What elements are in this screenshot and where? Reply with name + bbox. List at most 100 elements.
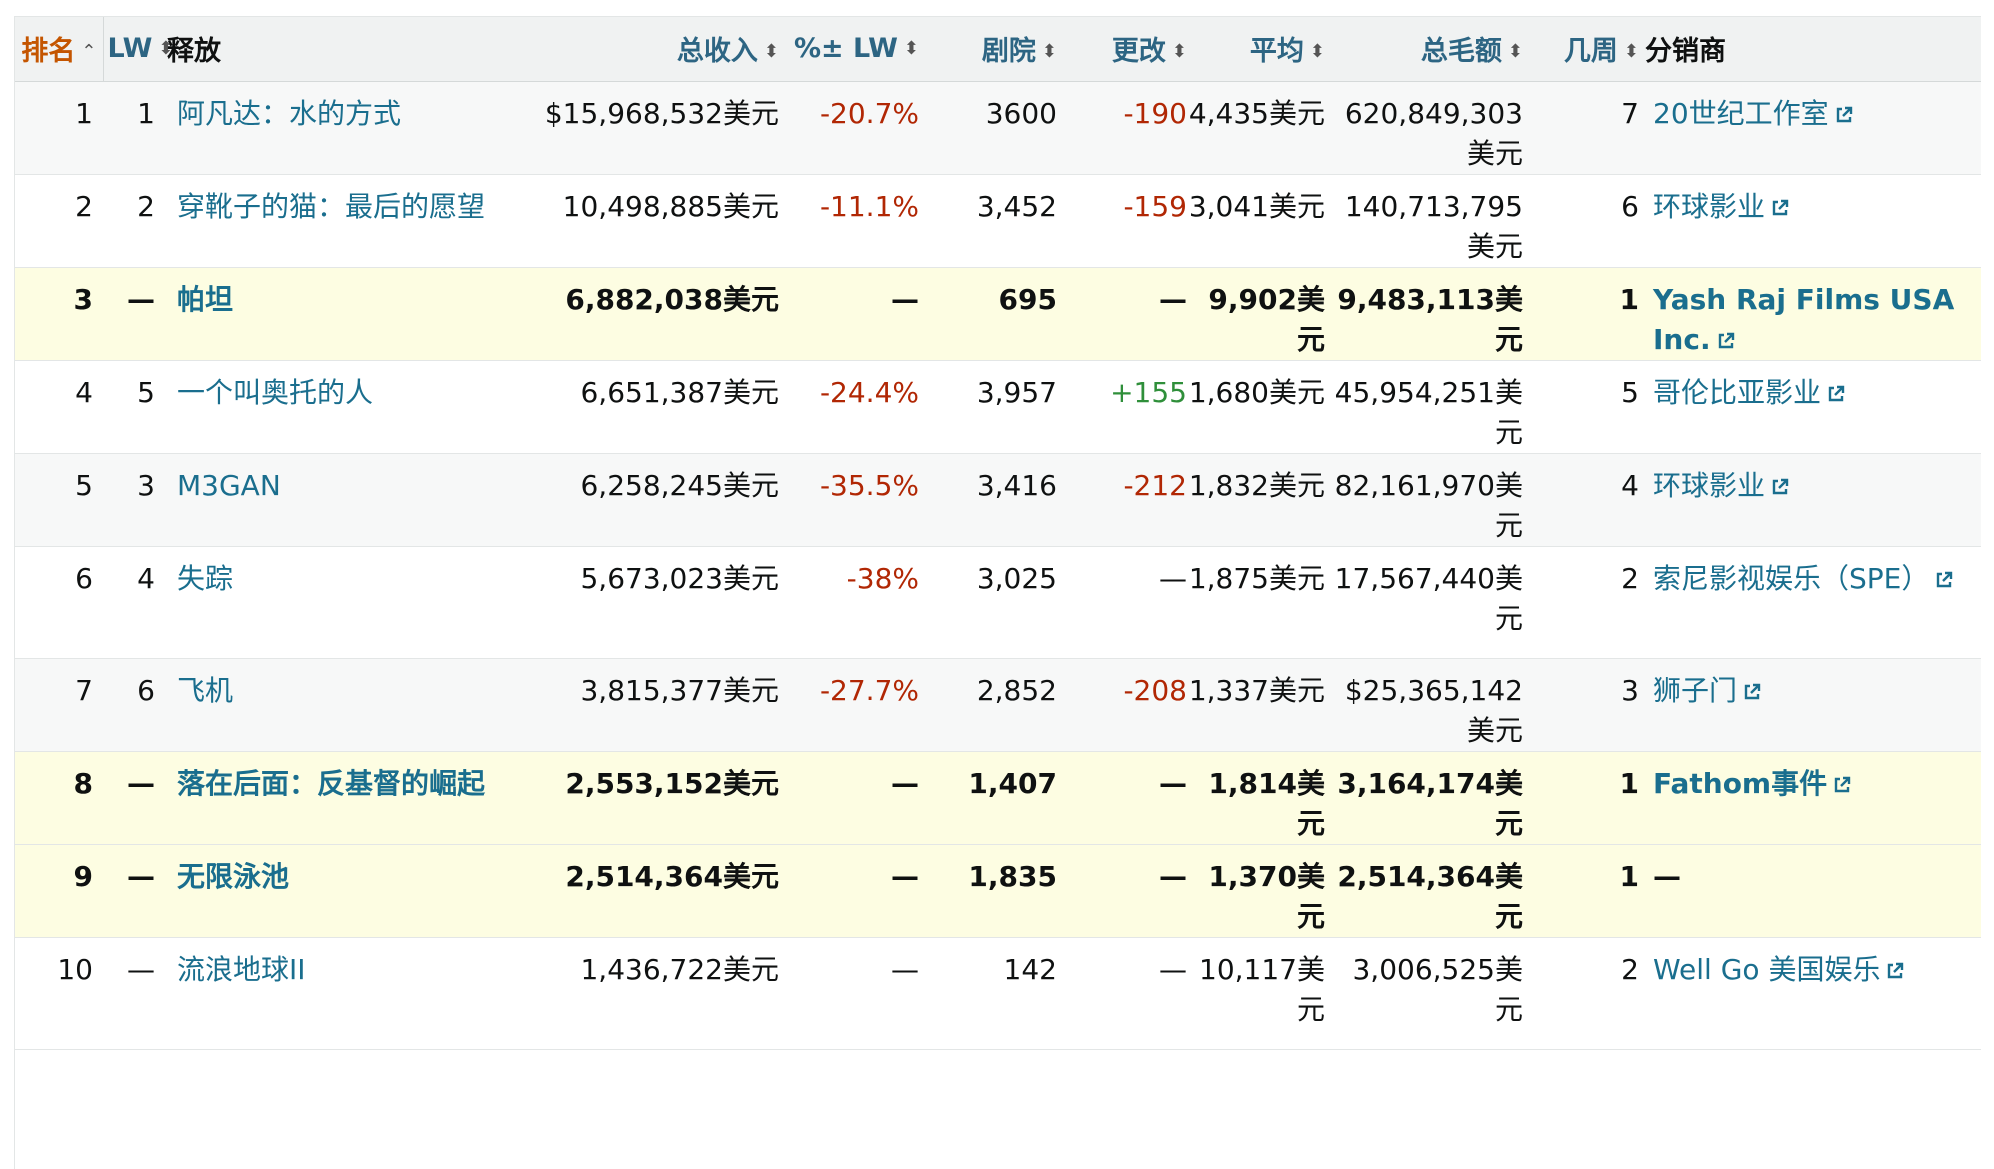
external-link-icon	[1772, 199, 1789, 215]
pct-change-cell: —	[891, 859, 919, 893]
column-header-rank[interactable]: 排名 ⌃	[15, 17, 104, 81]
column-header-release: 释放	[167, 36, 221, 68]
release-link[interactable]: 阿凡达：水的方式	[177, 97, 401, 130]
column-header-lw[interactable]: LW ⬍	[103, 17, 174, 81]
pct-change-cell: -35.5%	[819, 468, 919, 502]
table-row: 3 — 帕坦 6,882,038美元 — 695 — 9,902美元 9,483…	[15, 267, 1981, 360]
rank-cell: 1	[75, 96, 93, 130]
distributor-link[interactable]: 环球影业	[1653, 469, 1789, 502]
column-header-theaters[interactable]: 剧院 ⬍	[919, 17, 1057, 81]
release-cell: 阿凡达：水的方式	[163, 81, 523, 174]
release-link[interactable]: 流浪地球II	[177, 953, 306, 986]
release-link[interactable]: M3GAN	[177, 469, 281, 502]
distributor-link[interactable]: 索尼影视娱乐（SPE）	[1653, 562, 1953, 595]
weeks-cell: 4	[1621, 468, 1639, 502]
release-cell: M3GAN	[163, 453, 523, 546]
last-week-cell: 4	[137, 561, 155, 595]
table-header-row: 排名 ⌃ LW ⬍ 释放 总收入 ⬍ %± LW ⬍ 剧院 ⬍ 更改 ⬍ 平均 ⬍ 总毛额 ⬍ …	[15, 17, 1981, 81]
release-link[interactable]: 无限泳池	[177, 860, 289, 893]
release-cell: 无限泳池	[163, 844, 523, 937]
release-link[interactable]: 帕坦	[177, 283, 233, 316]
average-cell: 4,435美元	[1188, 96, 1325, 130]
theaters-cell: 695	[998, 282, 1057, 316]
rank-cell: 7	[75, 673, 93, 707]
pct-change-cell: -11.1%	[819, 189, 919, 223]
box-office-table-container: 排名 ⌃ LW ⬍ 释放 总收入 ⬍ %± LW ⬍ 剧院 ⬍ 更改 ⬍ 平均 ⬍ 总毛额 ⬍ …	[14, 16, 1981, 1169]
theater-change-cell: —	[1159, 282, 1187, 316]
theaters-cell: 3,452	[976, 189, 1057, 223]
last-week-cell: —	[127, 859, 155, 893]
release-cell: 飞机	[163, 658, 523, 751]
external-link-icon	[1772, 478, 1789, 494]
release-link[interactable]: 失踪	[177, 562, 233, 595]
theater-change-cell: -159	[1123, 189, 1187, 223]
release-link[interactable]: 一个叫奥托的人	[177, 376, 373, 409]
distributor-link[interactable]: Yash Raj Films USA Inc.	[1653, 283, 1954, 356]
theater-change-cell: -190	[1123, 96, 1187, 130]
weeks-cell: 5	[1621, 375, 1639, 409]
distributor-link[interactable]: 哥伦比亚影业	[1653, 376, 1845, 409]
table-row: 8 — 落在后面：反基督的崛起 2,553,152美元 — 1,407 — 1,…	[15, 751, 1981, 844]
distributor-link[interactable]: Fathom事件	[1653, 767, 1851, 800]
external-link-icon	[1836, 106, 1852, 122]
theater-change-cell: —	[1159, 859, 1187, 893]
distributor-cell: 索尼影视娱乐（SPE）	[1639, 546, 1981, 658]
sort-icon: ⬍	[1041, 41, 1057, 63]
total-gross-cell: 140,713,795美元	[1344, 189, 1523, 263]
average-cell: 1,680美元	[1188, 375, 1325, 409]
distributor-link[interactable]: 环球影业	[1653, 190, 1789, 223]
distributor-link[interactable]: Well Go 美国娱乐	[1653, 953, 1904, 986]
column-header-gross[interactable]: 总收入 ⬍	[523, 17, 779, 81]
sort-icon: ⬍	[1171, 41, 1187, 63]
weeks-cell: 3	[1621, 673, 1639, 707]
last-week-cell: 6	[137, 673, 155, 707]
external-link-icon	[1718, 332, 1734, 348]
weeks-cell: 7	[1621, 96, 1639, 130]
column-header-weeks[interactable]: 几周 ⬍	[1523, 17, 1639, 81]
pct-change-cell: -24.4%	[819, 375, 919, 409]
total-gross-cell: 3,006,525美元	[1352, 952, 1523, 1026]
distributor-cell: Well Go 美国娱乐	[1639, 937, 1981, 1049]
table-row: 10 — 流浪地球II 1,436,722美元 — 142 — 10,117美元…	[15, 937, 1981, 1049]
pct-change-cell: —	[891, 766, 919, 800]
column-header-total-gross[interactable]: 总毛额 ⬍	[1325, 17, 1523, 81]
weeks-cell: 2	[1621, 561, 1639, 595]
last-week-cell: —	[127, 766, 155, 800]
distributor-link[interactable]: 20世纪工作室	[1653, 97, 1853, 130]
column-header-change[interactable]: 更改 ⬍	[1057, 17, 1187, 81]
weeks-cell: 2	[1621, 952, 1639, 986]
release-link[interactable]: 落在后面：反基督的崛起	[177, 767, 485, 800]
external-link-icon	[1888, 962, 1904, 978]
distributor-cell: 环球影业	[1639, 453, 1981, 546]
sort-icon: ⬍	[1309, 41, 1325, 63]
distributor-cell: 哥伦比亚影业	[1639, 360, 1981, 453]
last-week-cell: 5	[137, 375, 155, 409]
distributor-cell: —	[1653, 859, 1681, 893]
release-link[interactable]: 飞机	[177, 674, 233, 707]
table-row: 7 6 飞机 3,815,377美元 -27.7% 2,852 -208 1,3…	[15, 658, 1981, 751]
last-week-cell: 1	[137, 96, 155, 130]
weeks-cell: 6	[1621, 189, 1639, 223]
theaters-cell: 1,407	[968, 766, 1057, 800]
table-row: 9 — 无限泳池 2,514,364美元 — 1,835 — 1,370美元 2…	[15, 844, 1981, 937]
total-gross-cell: 2,514,364美元	[1337, 859, 1523, 933]
distributor-link[interactable]: 狮子门	[1653, 674, 1761, 707]
sort-icon: ⬍	[903, 38, 919, 60]
theater-change-cell: -208	[1123, 673, 1187, 707]
rank-cell: 9	[73, 859, 93, 893]
rank-cell: 8	[73, 766, 93, 800]
weeks-cell: 1	[1619, 766, 1639, 800]
theater-change-cell: —	[1159, 766, 1187, 800]
release-link[interactable]: 穿靴子的猫：最后的愿望	[177, 190, 485, 223]
release-cell: 失踪	[163, 546, 523, 658]
external-link-icon	[1937, 571, 1953, 587]
distributor-cell: 20世纪工作室	[1639, 81, 1981, 174]
column-header-average[interactable]: 平均 ⬍	[1187, 17, 1325, 81]
column-header-pct-lw[interactable]: %± LW ⬍	[779, 17, 919, 81]
pct-change-cell: -27.7%	[819, 673, 919, 707]
gross-cell: 6,651,387美元	[580, 375, 779, 409]
gross-cell: 3,815,377美元	[580, 673, 779, 707]
pct-change-cell: —	[891, 952, 919, 986]
sort-icon: ⬍	[1623, 41, 1639, 63]
external-link-icon	[1828, 385, 1845, 401]
